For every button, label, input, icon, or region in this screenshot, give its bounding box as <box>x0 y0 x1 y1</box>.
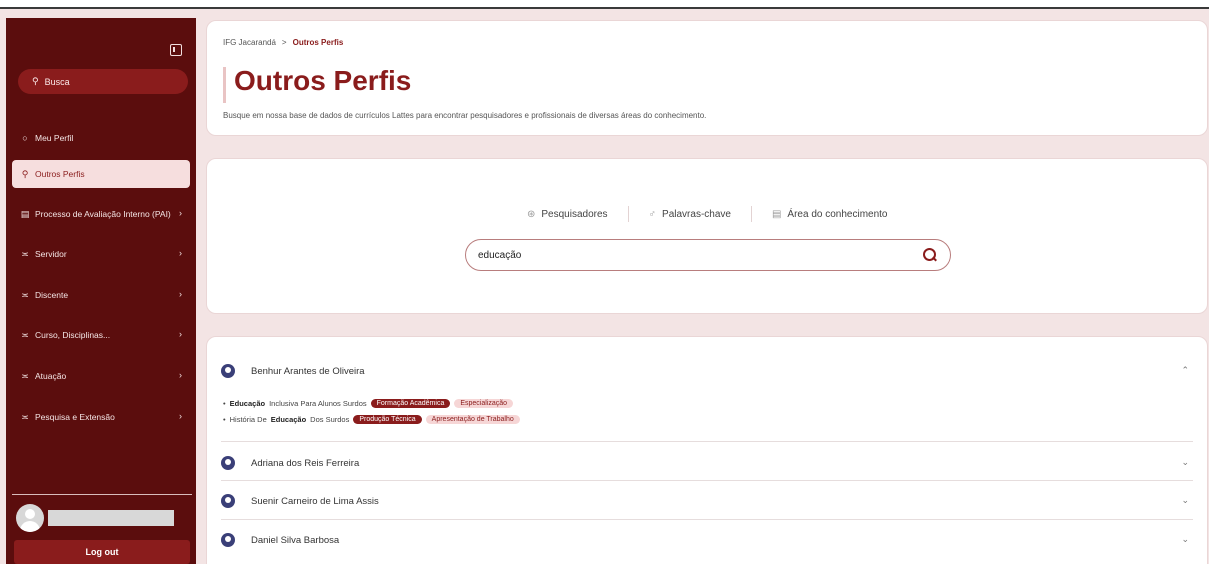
hit-highlight: Educação <box>270 415 307 424</box>
chevron-right-icon: › <box>179 329 182 339</box>
sidebar-item-label: Atuação <box>35 371 67 381</box>
sidebar-divider <box>12 494 192 495</box>
user-icon: ○ <box>22 133 28 143</box>
user-name-redacted <box>48 510 174 526</box>
result-item[interactable]: Suenir Carneiro de Lima Assis ⌄ <box>221 487 1193 515</box>
collapse-sidebar-icon[interactable] <box>170 44 182 56</box>
result-divider <box>221 480 1193 481</box>
category-badge: Formação Acadêmica <box>370 399 451 408</box>
chevron-right-icon: › <box>179 289 182 299</box>
logout-button[interactable]: Log out <box>14 540 190 564</box>
result-hit: • Educação Inclusiva Para Alunos Surdos … <box>223 399 514 408</box>
lattes-icon <box>221 364 235 378</box>
results-card: Benhur Arantes de Oliveira ⌃ • Educação … <box>206 336 1208 564</box>
sidebar-item-label: Discente <box>35 290 69 300</box>
sidebar-item-pesquisa[interactable]: ≍ Pesquisa e Extensão › <box>12 403 190 431</box>
sliders-icon: ≍ <box>21 370 29 381</box>
sidebar-item-pai[interactable]: ▤ Processo de Avaliação Interno (PAI) › <box>12 200 190 228</box>
tab-pesquisadores[interactable]: ⊛ Pesquisadores <box>507 209 628 220</box>
result-hit: • História De Educação Dos Surdos Produç… <box>223 415 520 424</box>
search-card: ⊛ Pesquisadores ♂ Palavras-chave ▤ Área … <box>206 158 1208 314</box>
sliders-icon: ≍ <box>21 289 29 300</box>
researcher-name[interactable]: Benhur Arantes de Oliveira <box>251 366 365 377</box>
sidebar-item-meu-perfil[interactable]: ○ Meu Perfil <box>12 124 190 152</box>
chevron-right-icon: › <box>179 248 182 258</box>
book-icon: ▤ <box>20 208 30 219</box>
sidebar-item-discente[interactable]: ≍ Discente › <box>12 281 190 309</box>
key-icon: ♂ <box>648 208 657 220</box>
chevron-up-icon[interactable]: ⌃ <box>1181 365 1189 376</box>
search-field <box>465 239 951 271</box>
tab-label: Pesquisadores <box>541 208 608 220</box>
sidebar-item-curso[interactable]: ≍ Curso, Disciplinas... › <box>12 321 190 349</box>
sliders-icon: ≍ <box>21 329 29 340</box>
bullet: • <box>223 415 226 424</box>
researcher-name[interactable]: Adriana dos Reis Ferreira <box>251 458 359 469</box>
breadcrumb-root[interactable]: IFG Jacarandá <box>223 38 276 47</box>
sidebar-item-servidor[interactable]: ≍ Servidor › <box>12 240 190 268</box>
category-badge: Produção Técnica <box>353 415 422 424</box>
hit-text: Inclusiva Para Alunos Surdos <box>269 399 367 408</box>
subcategory-badge: Apresentação de Trabalho <box>425 415 520 424</box>
breadcrumb-current: Outros Perfis <box>292 38 344 47</box>
lattes-icon <box>221 533 235 547</box>
document-icon: ▤ <box>771 208 782 220</box>
sidebar-item-label: Outros Perfis <box>35 169 85 179</box>
page-header-card: IFG Jacarandá > Outros Perfis Outros Per… <box>206 20 1208 136</box>
lattes-icon <box>221 456 235 470</box>
result-item[interactable]: Daniel Silva Barbosa ⌄ <box>221 526 1193 554</box>
browser-top-strip <box>0 0 1209 9</box>
chevron-down-icon[interactable]: ⌄ <box>1181 457 1189 468</box>
people-icon: ⊛ <box>527 208 536 220</box>
sidebar-item-label: Curso, Disciplinas... <box>35 330 111 340</box>
search-icon: ⚲ <box>32 76 39 86</box>
breadcrumb-separator: > <box>281 38 287 47</box>
tab-area-conhecimento[interactable]: ▤ Área do conhecimento <box>752 209 908 220</box>
bullet: • <box>223 399 226 408</box>
chevron-right-icon: › <box>179 411 182 421</box>
result-divider <box>221 519 1193 520</box>
page-title: Outros Perfis <box>234 65 412 96</box>
tab-label: Palavras-chave <box>662 208 731 220</box>
subcategory-badge: Especialização <box>454 399 514 408</box>
sidebar-item-atuacao[interactable]: ≍ Atuação › <box>12 362 190 390</box>
sidebar-item-outros-perfis[interactable]: ⚲ Outros Perfis <box>12 160 190 188</box>
sidebar-search-label: Busca <box>44 76 70 87</box>
result-item[interactable]: Adriana dos Reis Ferreira ⌄ <box>221 449 1193 477</box>
sliders-icon: ≍ <box>21 411 29 422</box>
search-input[interactable] <box>478 249 922 261</box>
chevron-right-icon: › <box>179 370 182 380</box>
sidebar-item-label: Pesquisa e Extensão <box>35 412 115 422</box>
chevron-down-icon[interactable]: ⌄ <box>1181 495 1189 506</box>
search-user-icon: ⚲ <box>21 168 29 179</box>
chevron-right-icon: › <box>179 208 182 218</box>
sidebar-item-label: Processo de Avaliação Interno (PAI) <box>35 209 171 219</box>
tab-palavras-chave[interactable]: ♂ Palavras-chave <box>629 209 751 220</box>
sliders-icon: ≍ <box>21 248 29 259</box>
search-tabs: ⊛ Pesquisadores ♂ Palavras-chave ▤ Área … <box>507 206 908 222</box>
researcher-name[interactable]: Daniel Silva Barbosa <box>251 535 339 546</box>
avatar[interactable] <box>16 504 44 532</box>
hit-prefix: História De <box>229 415 267 424</box>
title-accent-bar <box>223 67 226 103</box>
sidebar-item-label: Servidor <box>35 249 67 259</box>
sidebar-search-button[interactable]: ⚲ Busca <box>18 69 188 94</box>
hit-text: Dos Surdos <box>310 415 350 424</box>
tab-label: Área do conhecimento <box>787 208 888 220</box>
lattes-icon <box>221 494 235 508</box>
researcher-name[interactable]: Suenir Carneiro de Lima Assis <box>251 496 379 507</box>
sidebar: ⚲ Busca ○ Meu Perfil ⚲ Outros Perfis ▤ P… <box>6 18 196 564</box>
sidebar-item-label: Meu Perfil <box>35 133 74 143</box>
page-description: Busque em nossa base de dados de currícu… <box>223 111 707 120</box>
search-icon[interactable] <box>922 247 938 263</box>
result-item[interactable]: Benhur Arantes de Oliveira ⌃ <box>221 357 1193 385</box>
breadcrumb: IFG Jacarandá > Outros Perfis <box>223 38 343 47</box>
hit-highlight: Educação <box>229 399 266 408</box>
chevron-down-icon[interactable]: ⌄ <box>1181 534 1189 545</box>
result-divider <box>221 441 1193 442</box>
